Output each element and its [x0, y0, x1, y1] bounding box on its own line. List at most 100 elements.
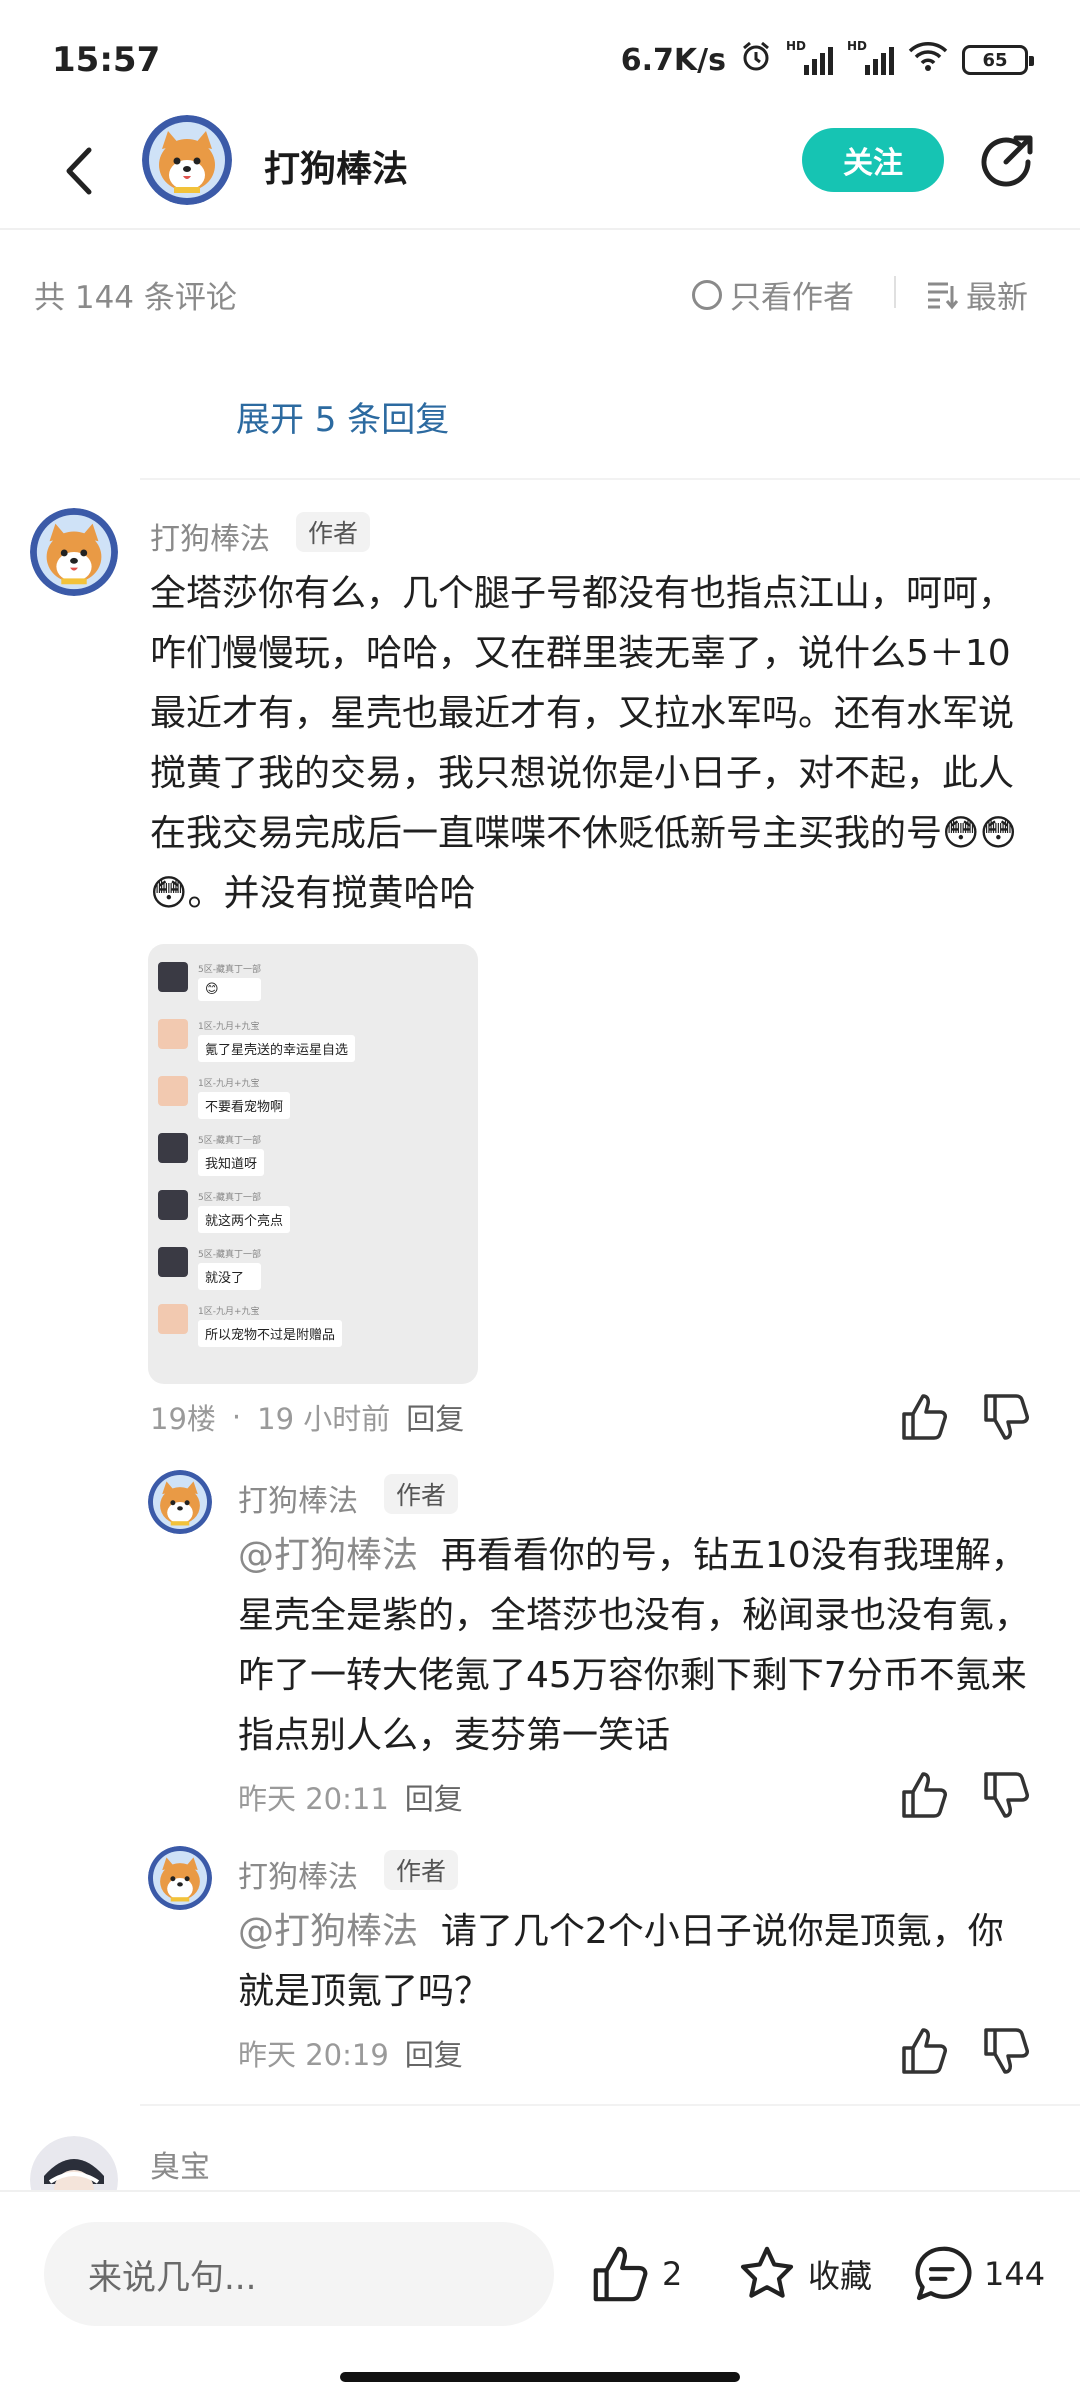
chat-bubble: 不要看宠物啊: [198, 1092, 291, 1119]
chat-sender: 5区-藏真丁一部: [198, 1250, 261, 1260]
chat-bubble: 氪了星壳送的幸运星自选: [198, 1035, 356, 1062]
share-icon[interactable]: [974, 130, 1038, 194]
chat-content: 5区-藏真丁一部就没了: [198, 1247, 261, 1290]
author-badge: 作者: [296, 512, 371, 552]
comment-filter-bar: 共 144 条评论 只看作者 最新: [0, 262, 1080, 322]
sort-button[interactable]: 最新: [926, 272, 1028, 317]
reply-time: 昨天 20:19: [238, 2038, 389, 2072]
status-indicators: 6.7K/s HD HD 65: [620, 39, 1034, 80]
comment-meta: 19楼 · 19 小时前 回复: [150, 1396, 464, 1438]
battery-icon: 65: [962, 45, 1034, 75]
thumbs-down-icon[interactable]: [982, 1770, 1032, 1820]
commenter-avatar[interactable]: [30, 508, 118, 596]
thumbs-down-icon[interactable]: [982, 1392, 1032, 1442]
comment-count-label: 共 144 条评论: [34, 280, 237, 316]
comment-time: 19 小时前: [257, 1402, 391, 1436]
chat-sender: 1区-九月+九宝: [198, 1307, 260, 1317]
signal-icon: HD: [786, 39, 833, 75]
thumbs-up-icon: [593, 2246, 648, 2302]
reply-meta: 昨天 20:19 回复: [238, 2032, 463, 2074]
thumbs-up-icon[interactable]: [900, 1392, 950, 1442]
chat-avatar: [158, 1019, 188, 1049]
author-badge: 作者: [384, 1850, 459, 1890]
wifi-icon: [908, 40, 948, 80]
thumbs-down-icon[interactable]: [982, 2026, 1032, 2076]
chat-avatar: [158, 1190, 188, 1220]
mention-link[interactable]: @打狗棒法: [238, 1535, 418, 1576]
chat-content: 5区-藏真丁一部就这两个亮点: [198, 1190, 291, 1233]
favorite-label: 收藏: [808, 2257, 873, 2295]
like-button[interactable]: 2: [590, 2244, 682, 2304]
chat-content: 1区-九月+九宝不要看宠物啊: [198, 1076, 291, 1119]
chat-bubble: 😊: [198, 978, 261, 1001]
chat-sender: 5区-藏真丁一部: [198, 1193, 261, 1203]
alarm-icon: [740, 40, 772, 80]
reply-username[interactable]: 打狗棒法: [238, 1476, 358, 1520]
chat-sender: 5区-藏真丁一部: [198, 965, 261, 975]
sort-label: 最新: [966, 280, 1028, 316]
chat-message: 1区-九月+九宝氪了星壳送的幸运星自选: [158, 1019, 356, 1062]
chat-content: 1区-九月+九宝所以宠物不过是附赠品: [198, 1304, 343, 1347]
sort-icon: [928, 282, 958, 309]
comment-bubble-icon: [915, 2246, 972, 2301]
thumbs-up-icon[interactable]: [900, 1770, 950, 1820]
page-title: 打狗棒法: [264, 149, 409, 190]
comment-count: 144: [984, 2255, 1046, 2293]
chat-message: 1区-九月+九宝不要看宠物啊: [158, 1076, 291, 1119]
reply-avatar[interactable]: [148, 1846, 212, 1910]
bottom-action-bar: 来说几句... 2 收藏 144: [0, 2190, 1080, 2400]
reply-text: @打狗棒法 再看看你的号，钻五10没有我理解，星壳全是紫的，全塔莎也没有，秘闻录…: [238, 1526, 1038, 1766]
thumbs-up-icon[interactable]: [900, 2026, 950, 2076]
reply-username[interactable]: 打狗棒法: [238, 1852, 358, 1896]
filter-divider: [894, 276, 896, 308]
chat-avatar: [158, 1247, 188, 1277]
mention-link[interactable]: @打狗棒法: [238, 1911, 418, 1952]
comment-username[interactable]: 臭宝: [150, 2142, 210, 2186]
chat-sender: 1区-九月+九宝: [198, 1022, 260, 1032]
chat-bubble: 所以宠物不过是附赠品: [198, 1320, 343, 1347]
chat-avatar: [158, 1133, 188, 1163]
floor-label: 19楼: [150, 1402, 216, 1436]
reply-text: @打狗棒法 请了几个2个小日子说你是顶氪，你就是顶氪了吗？: [238, 1902, 1038, 2022]
chat-message: 1区-九月+九宝所以宠物不过是附赠品: [158, 1304, 343, 1347]
reply-time: 昨天 20:11: [238, 1782, 389, 1816]
status-bar: 15:57 6.7K/s HD HD 65: [0, 0, 1080, 120]
divider: [140, 2104, 1080, 2106]
top-navigation: 打狗棒法 关注: [0, 110, 1080, 230]
network-speed: 6.7K/s: [620, 42, 726, 78]
follow-button[interactable]: 关注: [802, 128, 944, 192]
star-icon: [740, 2246, 794, 2298]
reply-meta: 昨天 20:11 回复: [238, 1776, 463, 1818]
meta-separator: ·: [231, 1400, 242, 1434]
chat-sender: 1区-九月+九宝: [198, 1079, 260, 1089]
chat-bubble: 我知道呀: [198, 1149, 265, 1176]
chat-avatar: [158, 962, 188, 992]
favorite-button[interactable]: 收藏: [736, 2244, 872, 2304]
chat-message: 5区-藏真丁一部 😊: [158, 962, 261, 1001]
comment-input[interactable]: 来说几句...: [44, 2222, 554, 2326]
chat-avatar: [158, 1304, 188, 1334]
signal-icon: HD: [847, 39, 894, 75]
comment-button[interactable]: 144: [912, 2244, 1045, 2304]
chat-sender: 5区-藏真丁一部: [198, 1136, 261, 1146]
chat-message: 5区-藏真丁一部就没了: [158, 1247, 261, 1290]
chat-content: 5区-藏真丁一部 😊: [198, 962, 261, 1001]
chat-message: 5区-藏真丁一部就这两个亮点: [158, 1190, 291, 1233]
home-indicator[interactable]: [340, 2372, 740, 2382]
comment-username[interactable]: 打狗棒法: [150, 514, 270, 558]
chat-content: 1区-九月+九宝氪了星壳送的幸运星自选: [198, 1019, 356, 1062]
comment-screenshot-image[interactable]: 5区-藏真丁一部 😊 1区-九月+九宝 氪了星壳送的幸运星自选 1区-九月+九宝 不要看宠…: [148, 944, 478, 1384]
only-author-toggle[interactable]: 只看作者: [692, 272, 854, 317]
chat-bubble: 就没了: [198, 1263, 261, 1290]
chat-content: 5区-藏真丁一部我知道呀: [198, 1133, 265, 1176]
author-badge: 作者: [384, 1474, 459, 1514]
expand-replies-link[interactable]: 展开 5 条回复: [236, 392, 449, 441]
like-count: 2: [662, 2255, 683, 2293]
author-avatar[interactable]: [142, 115, 232, 205]
back-arrow-icon[interactable]: [48, 136, 108, 206]
reply-button[interactable]: 回复: [406, 1396, 464, 1438]
reply-button[interactable]: 回复: [405, 1776, 463, 1818]
reply-button[interactable]: 回复: [405, 2032, 463, 2074]
chat-bubble: 就这两个亮点: [198, 1206, 291, 1233]
reply-avatar[interactable]: [148, 1470, 212, 1534]
